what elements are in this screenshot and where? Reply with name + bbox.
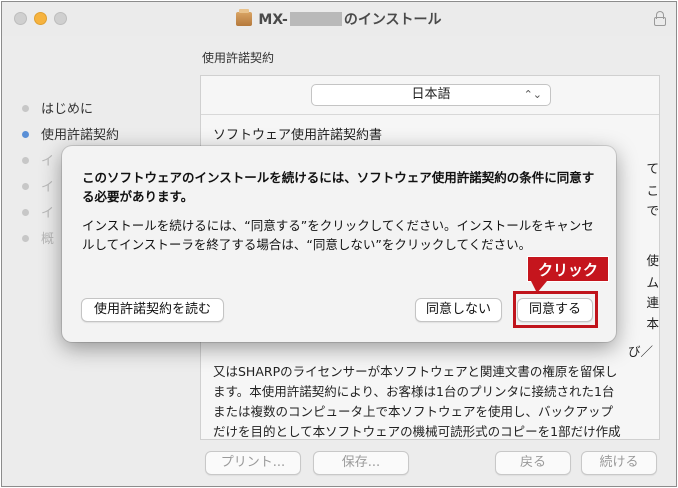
panel-divider (201, 114, 659, 115)
back-button[interactable]: 戻る (495, 451, 571, 475)
read-license-button[interactable]: 使用許諾契約を読む (81, 298, 224, 322)
disagree-button[interactable]: 同意しない (415, 298, 502, 322)
lock-icon (654, 11, 666, 26)
language-select-value: 日本語 (411, 87, 451, 102)
step-4: イ (22, 176, 54, 195)
title-bar: MX- のインストール (2, 2, 676, 36)
peek-text: 連 (646, 295, 659, 310)
license-doc-title: ソフトウェア使用許諾契約書 (213, 128, 383, 143)
step-dot-icon (22, 183, 29, 190)
step-dot-icon (22, 131, 29, 138)
license-line: または複数のコンピュータ上で本ソフトウェアを使用し、バックアップ (213, 404, 614, 419)
bottom-bar: プリント... 保存... 戻る 続ける (2, 446, 676, 486)
agree-highlight-box (513, 291, 598, 328)
dialog-body: インストールを続けるには、“同意する”をクリックしてください。インストールをキャ… (82, 218, 594, 252)
license-line: 又はSHARPのライセンサーが本ソフトウェアと関連文書の権原を留保し (213, 364, 618, 379)
dialog-heading: このソフトウェアのインストールを続けるには、ソフトウェア使用許諾契約の条件に同意… (82, 170, 595, 204)
title-suffix: のインストール (343, 12, 442, 28)
language-select[interactable]: 日本語 ⌃⌄ (311, 84, 551, 106)
license-line: だけを目的として本ソフトウェアの機械可読形式のコピーを1部だけ作成 (213, 424, 621, 439)
step-summary: 概 (22, 228, 54, 247)
save-button[interactable]: 保存... (313, 451, 409, 475)
click-callout: クリック (527, 256, 609, 282)
callout-tail (531, 281, 547, 293)
license-line: ます。本使用許諾契約により、お客様は1台のプリンタに接続された1台 (213, 384, 615, 399)
peek-text: こ (646, 183, 659, 198)
chevron-updown-icon: ⌃⌄ (523, 88, 542, 101)
peek-text: で (646, 203, 659, 218)
step-dot-icon (22, 235, 29, 242)
peek-text: 本 (646, 316, 659, 331)
package-icon (236, 9, 253, 26)
license-text: び／ 又はSHARPのライセンサーが本ソフトウェアと関連文書の権原を留保し ます… (213, 342, 653, 442)
window-title: MX- のインストール (2, 9, 676, 29)
step-license: 使用許諾契約 (22, 124, 119, 143)
title-prefix: MX- (258, 12, 288, 28)
step-dot-icon (22, 157, 29, 164)
peek-text: ム (646, 275, 659, 290)
step-5: イ (22, 202, 54, 221)
step-dot-icon (22, 209, 29, 216)
section-label: 使用許諾契約 (202, 51, 275, 65)
step-dot-icon (22, 105, 29, 112)
print-button[interactable]: プリント... (205, 451, 301, 475)
peek-text: 使 (646, 253, 659, 268)
continue-button[interactable]: 続ける (581, 451, 657, 475)
license-line: び／ (627, 344, 653, 359)
peek-text: て (646, 161, 659, 176)
step-3: イ (22, 150, 54, 169)
step-introduction: はじめに (22, 98, 93, 117)
redacted-model-mask (289, 12, 342, 26)
